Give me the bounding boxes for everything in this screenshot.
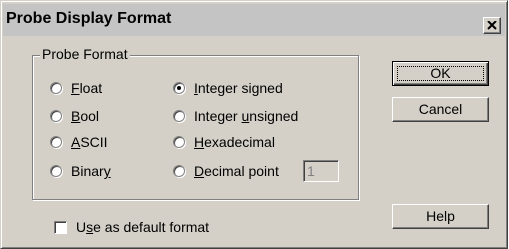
radio-binary-label: Binary (71, 163, 111, 179)
radio-hexadecimal[interactable]: Hexadecimal (173, 132, 275, 152)
radio-bool-label: Bool (71, 108, 100, 124)
ok-button[interactable]: OK (392, 61, 489, 86)
radio-float-dot[interactable] (50, 82, 62, 94)
help-button[interactable]: Help (392, 204, 489, 229)
radio-integer-unsigned[interactable]: Integer unsigned (173, 106, 298, 126)
radio-ascii-dot[interactable] (50, 136, 62, 148)
radio-integer-signed-label: Integer signed (194, 80, 283, 96)
help-button-label: Help (426, 208, 455, 224)
radio-binary-dot[interactable] (50, 165, 62, 177)
radio-ascii[interactable]: ASCII (50, 132, 108, 152)
title-bar: Probe Display Format (3, 4, 505, 36)
radio-decimal-point-label: Decimal point (194, 163, 279, 179)
probe-format-group-label: Probe Format (40, 45, 130, 63)
ok-button-focus: OK (397, 65, 484, 81)
radio-ascii-label: ASCII (71, 134, 108, 150)
decimal-point-input[interactable]: 1 (303, 160, 339, 182)
window-title: Probe Display Format (6, 10, 172, 27)
default-format-label: Use as default format (76, 219, 210, 235)
radio-hexadecimal-dot[interactable] (173, 136, 185, 148)
radio-float[interactable]: Float (50, 78, 102, 98)
radio-bool-dot[interactable] (50, 110, 62, 122)
radio-decimal-point-dot[interactable] (173, 165, 185, 177)
probe-display-format-dialog: Probe Display Format Probe Format Float … (0, 0, 508, 249)
close-icon (487, 21, 497, 30)
radio-integer-signed-dot[interactable] (173, 82, 185, 94)
radio-bool[interactable]: Bool (50, 106, 99, 126)
default-format-checkbox-box[interactable] (54, 220, 67, 234)
cancel-button-label: Cancel (418, 101, 463, 117)
ok-button-label: OK (430, 65, 451, 81)
radio-hexadecimal-label: Hexadecimal (194, 134, 275, 150)
radio-float-label: Float (71, 80, 103, 96)
radio-decimal-point[interactable]: Decimal point (173, 161, 279, 181)
cancel-button[interactable]: Cancel (392, 97, 489, 122)
radio-integer-signed[interactable]: Integer signed (173, 78, 283, 98)
radio-binary[interactable]: Binary (50, 161, 111, 181)
close-button[interactable] (483, 17, 501, 34)
default-format-checkbox[interactable]: Use as default format (54, 218, 209, 236)
radio-integer-unsigned-dot[interactable] (173, 110, 185, 122)
radio-integer-unsigned-label: Integer unsigned (194, 108, 299, 124)
